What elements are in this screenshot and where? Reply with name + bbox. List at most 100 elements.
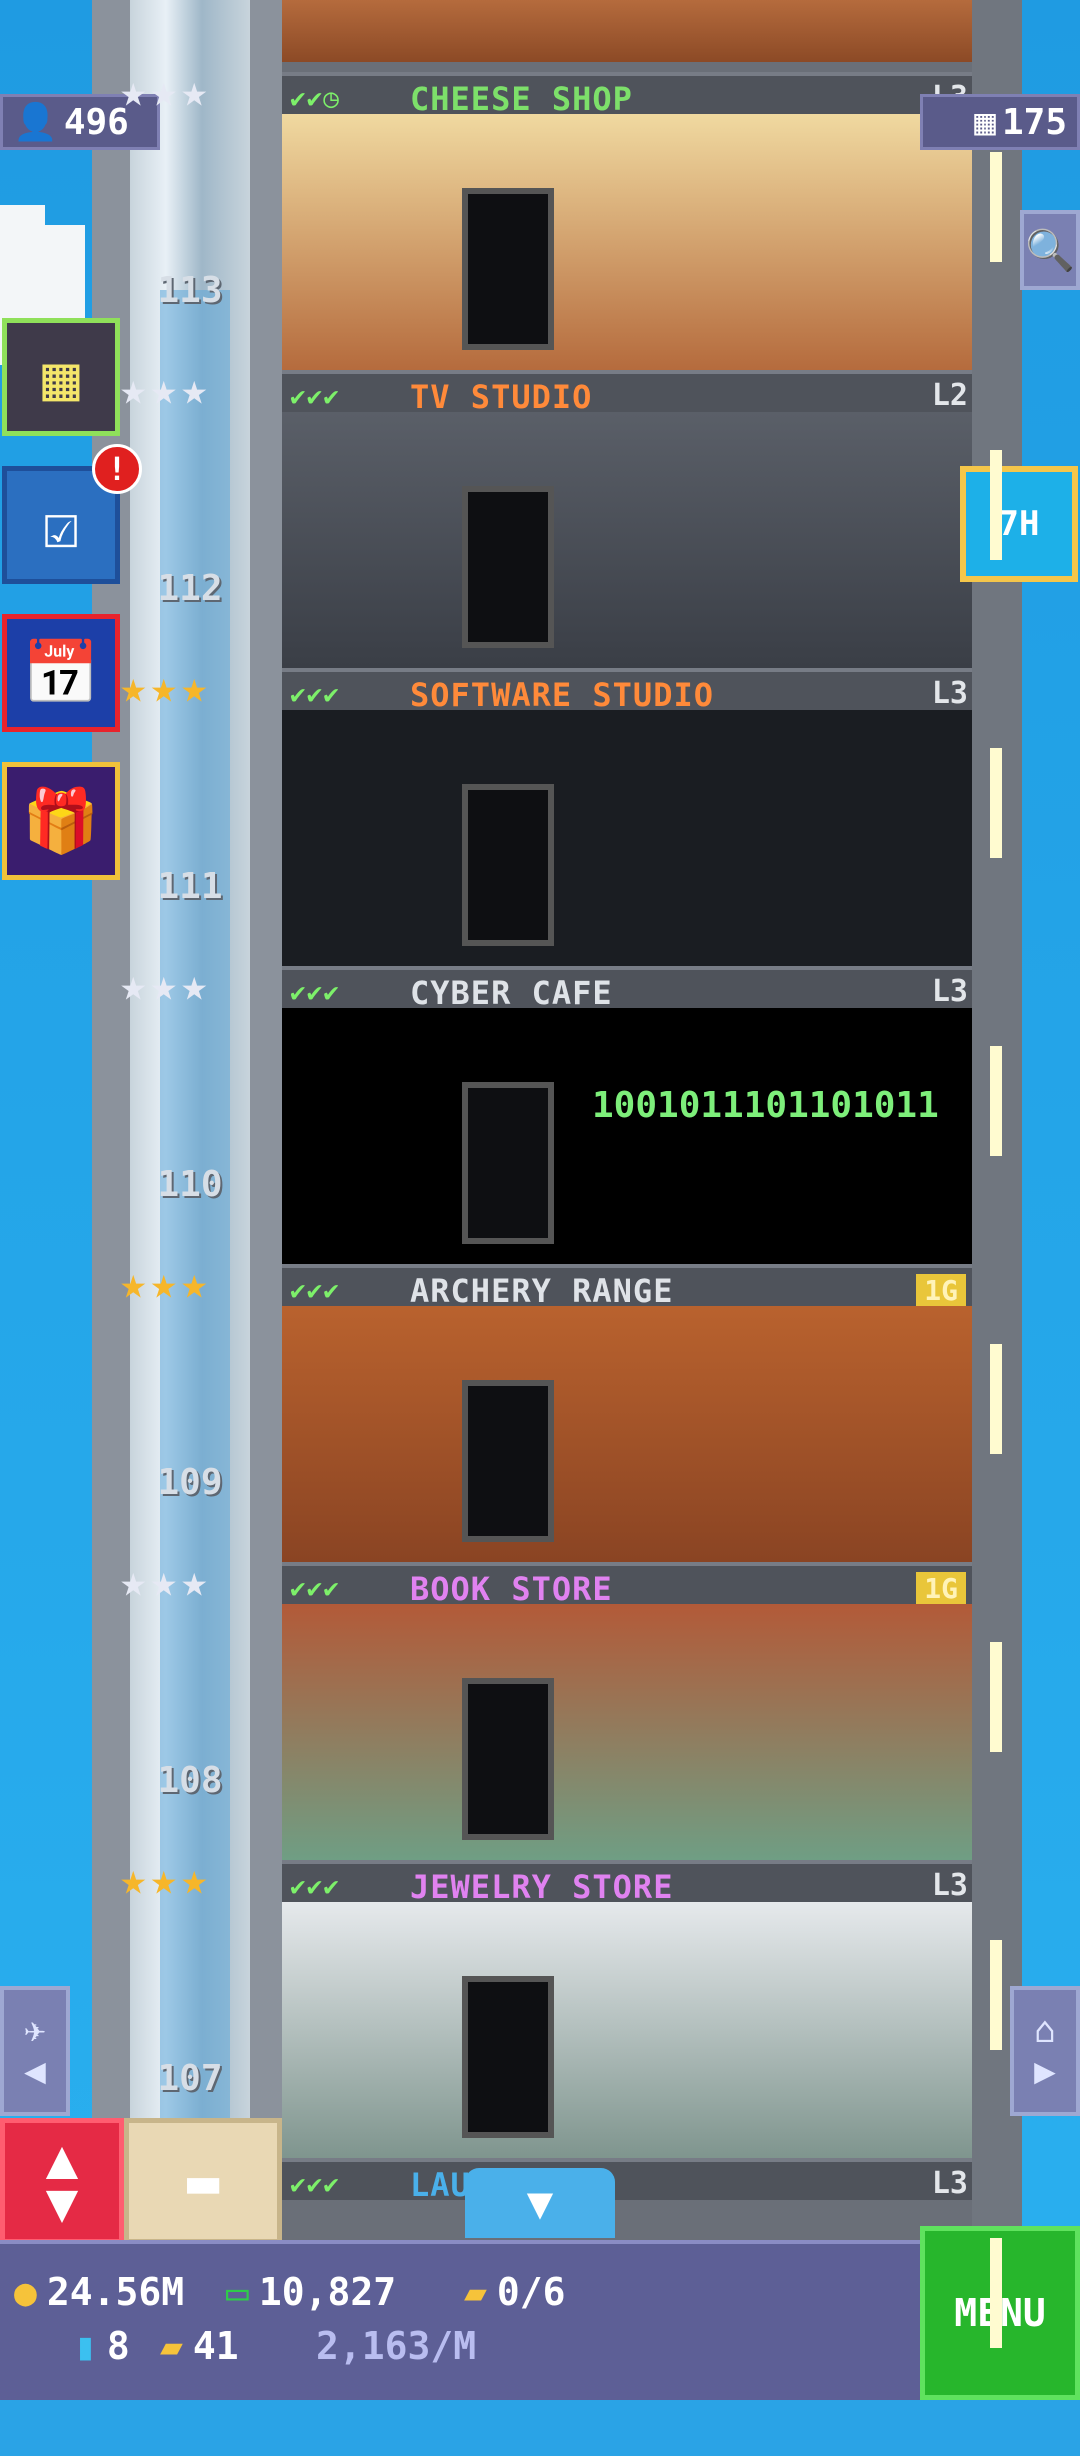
lobby-right-button[interactable]: ⌂ ▶: [1010, 1986, 1080, 2116]
floor-room[interactable]: [282, 710, 972, 966]
floor-number: 111: [157, 866, 223, 907]
gifts-button[interactable]: 🎁: [2, 762, 120, 880]
floor-name: CYBER CAFE: [410, 974, 613, 1012]
floor[interactable]: ✔✔✔ JEWELRY STORE L3: [282, 1860, 972, 2158]
room-door: [462, 486, 554, 648]
floor-label-bar[interactable]: ✔✔✔ JEWELRY STORE L3: [282, 1860, 972, 1906]
notification-badge: !: [92, 444, 142, 494]
building-icon: ▦: [42, 340, 80, 414]
floor-level: 1G: [916, 1274, 966, 1307]
floor-stars: ★★★: [120, 1258, 212, 1309]
floor-room[interactable]: [282, 1604, 972, 1860]
income-rate: 2,163/M: [316, 2324, 476, 2368]
floor-label-bar[interactable]: ✔✔✔ ARCHERY RANGE 1G: [282, 1264, 972, 1310]
vip-stat: ▰ 41: [160, 2324, 239, 2368]
rail-light: [990, 1344, 1002, 1454]
floor[interactable]: ✔✔✔ BOOK STORE 1G: [282, 1562, 972, 1860]
rail-light: [990, 152, 1002, 262]
keys-stat: ▮ 8: [74, 2324, 130, 2368]
floor-level: L3: [931, 974, 968, 1009]
floor-label-bar[interactable]: ✔✔✔ SOFTWARE STUDIO L3: [282, 668, 972, 714]
floor-checks: ✔✔✔: [290, 382, 340, 412]
floor-level: L2: [931, 378, 968, 413]
floor-checks: ✔✔✔: [290, 1872, 340, 1902]
person-icon: 👤: [13, 102, 58, 143]
floor-stars: ★★★: [120, 66, 212, 117]
floor-number: 107: [157, 2058, 223, 2099]
floor-number: 113: [157, 270, 223, 311]
floor-name: JEWELRY STORE: [410, 1868, 674, 1906]
room-door: [462, 1976, 554, 2138]
bux-value: 10,827: [258, 2270, 397, 2314]
scroll-down-tab[interactable]: ▼: [465, 2168, 615, 2238]
rail-light: [990, 1940, 1002, 2050]
floor-label-bar[interactable]: ✔✔✔ CYBER CAFE L3: [282, 966, 972, 1012]
key-icon: ▮: [74, 2324, 97, 2368]
floor-level: L3: [931, 676, 968, 711]
room-door: [462, 188, 554, 350]
coin-icon: ●: [14, 2270, 37, 2314]
search-icon: 🔍: [1025, 227, 1075, 274]
floor-number: 112: [157, 568, 223, 609]
bottom-hud: [0, 2240, 1080, 2400]
rate-value: 2,163/M: [316, 2324, 477, 2368]
room-door: [462, 784, 554, 946]
floor-number: 110: [157, 1164, 223, 1205]
floor-label-bar[interactable]: ✔✔✔ BOOK STORE 1G: [282, 1562, 972, 1608]
rail-light: [990, 2238, 1002, 2348]
floor-level: L3: [931, 2166, 968, 2201]
floor-room[interactable]: [282, 1902, 972, 2158]
building-icon: ▦: [974, 101, 996, 143]
tickets-stat: ▰ 0/6: [464, 2270, 566, 2314]
arrow-down-icon: ▼: [45, 2171, 79, 2234]
checklist-icon: ☑: [42, 488, 80, 562]
floor-room[interactable]: [282, 1306, 972, 1562]
home-icon: ⌂: [1034, 2010, 1056, 2051]
floor-stars: ★★★: [120, 1854, 212, 1905]
vip-icon: ▰: [160, 2324, 183, 2368]
cyber-binary-text: 1001011101101011: [592, 1085, 939, 1126]
plane-icon: ✈: [24, 2010, 46, 2051]
rail-light: [990, 1642, 1002, 1752]
floor-name: SOFTWARE STUDIO: [410, 676, 714, 714]
search-button[interactable]: 🔍: [1020, 210, 1080, 290]
floor-label-bar[interactable]: ✔✔◷CHEESE SHOPL3: [282, 72, 972, 118]
floor-level: L3: [931, 1868, 968, 1903]
floor[interactable]: ✔✔✔ TV STUDIO L2: [282, 370, 972, 668]
chevron-down-icon: ▼: [526, 2177, 554, 2229]
storage-box-button[interactable]: ▬: [124, 2118, 282, 2244]
travel-left-button[interactable]: ✈ ◀: [0, 1986, 70, 2116]
floor[interactable]: ✔✔✔ ARCHERY RANGE 1G: [282, 1264, 972, 1562]
floor-name: CHEESE SHOP: [410, 80, 633, 118]
floor-room[interactable]: [282, 114, 972, 370]
floor-checks: ✔✔✔: [290, 2170, 340, 2200]
floor-name: ARCHERY RANGE: [410, 1272, 674, 1310]
calendar-icon: 📅: [22, 636, 100, 709]
floor-name: TV STUDIO: [410, 378, 593, 416]
floor[interactable]: ✔✔◷CHEESE SHOPL3: [282, 72, 972, 370]
bux-icon: ▭: [226, 2270, 249, 2314]
floor-room[interactable]: [282, 412, 972, 668]
build-floor-button[interactable]: ▦: [2, 318, 120, 436]
tickets-value: 0/6: [496, 2270, 566, 2314]
calendar-button[interactable]: 📅: [2, 614, 120, 732]
floor-stars: ★★★: [120, 1556, 212, 1607]
floor-label-bar[interactable]: ✔✔✔LAUNDROMATL3: [282, 2158, 972, 2204]
floor-stars: ★★★: [120, 364, 212, 415]
elevator-updown-button[interactable]: ▲ ▼: [0, 2118, 124, 2244]
floors-chip[interactable]: ▦ 175: [920, 94, 1080, 150]
rail-light: [990, 450, 1002, 560]
floor-label-bar[interactable]: ✔✔✔ TV STUDIO L2: [282, 370, 972, 416]
floor-room[interactable]: [282, 1008, 972, 1264]
floor-name: BOOK STORE: [410, 1570, 613, 1608]
timer-button[interactable]: 7H: [960, 466, 1078, 582]
room-door: [462, 1380, 554, 1542]
arrow-left-icon: ◀: [24, 2051, 46, 2092]
coins-stat: ● 24.56M: [14, 2270, 184, 2314]
rail-light: [990, 1046, 1002, 1156]
arrow-right-icon: ▶: [1034, 2051, 1056, 2092]
floor-checks: ✔✔✔: [290, 680, 340, 710]
floor[interactable]: ✔✔✔ SOFTWARE STUDIO L3: [282, 668, 972, 966]
floor-stars: ★★★: [120, 960, 212, 1011]
floor-stars: ★★★: [120, 662, 212, 713]
